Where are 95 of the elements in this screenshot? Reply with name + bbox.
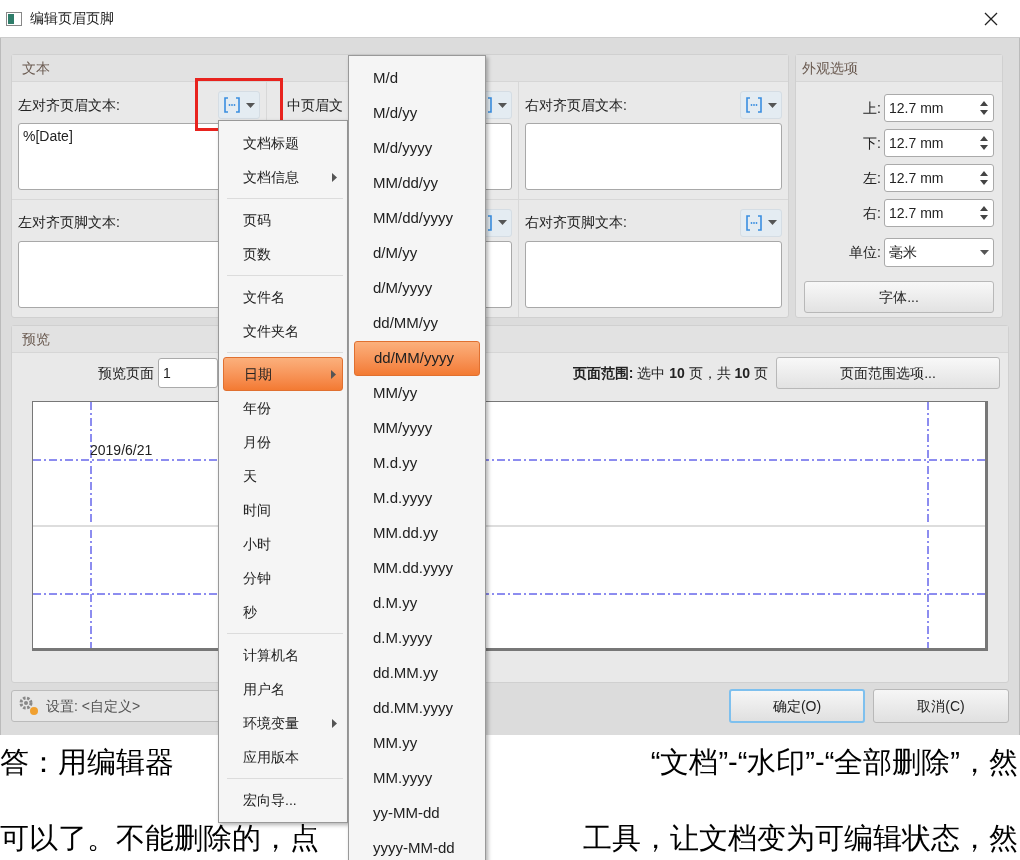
menu-item[interactable]: MM.dd.yy bbox=[354, 516, 480, 551]
font-button[interactable]: 字体... bbox=[804, 281, 994, 313]
window-title: 编辑页眉页脚 bbox=[30, 9, 114, 28]
menu-item[interactable]: yyyy-MM-dd bbox=[354, 831, 480, 860]
caret-icon bbox=[768, 102, 777, 108]
paragraph-text: 可以了。不能删除的，点 bbox=[0, 823, 319, 853]
bracket-icon bbox=[487, 96, 493, 114]
menu-item[interactable]: 年份 bbox=[223, 391, 343, 425]
menu-item[interactable]: 计算机名 bbox=[223, 638, 343, 672]
field-label: 右对齐页脚文本: bbox=[525, 213, 627, 232]
paragraph-text: “文档”-“水印”-“全部删除”，然 bbox=[650, 747, 1018, 777]
field-label: 左对齐页脚文本: bbox=[18, 213, 120, 232]
menu-item[interactable]: M/d bbox=[354, 61, 480, 96]
close-icon bbox=[984, 11, 998, 26]
field-label: 下: bbox=[863, 133, 881, 153]
menu-item[interactable]: d/M/yy bbox=[354, 236, 480, 271]
spin-field[interactable]: 12.7 mm bbox=[884, 94, 994, 122]
paragraph-text: 工具，让文档变为可编辑状态，然 bbox=[583, 823, 1018, 853]
caret-icon bbox=[246, 102, 255, 108]
menu-item[interactable]: 页码 bbox=[223, 203, 343, 237]
header-sample-text: 2019/6/21 bbox=[90, 441, 153, 460]
insert-field-button[interactable] bbox=[218, 91, 260, 119]
field-label: 右: bbox=[863, 203, 881, 223]
menu-item[interactable]: 文件夹名 bbox=[223, 314, 343, 348]
insert-field-button[interactable] bbox=[740, 208, 782, 237]
spinner-icon bbox=[979, 169, 989, 187]
spinner-icon bbox=[979, 204, 989, 222]
caret-icon bbox=[980, 250, 989, 255]
menu-item[interactable]: M.d.yyyy bbox=[354, 481, 480, 516]
menu-item[interactable]: MM/yy bbox=[354, 376, 480, 411]
menu-item[interactable]: d/M/yyyy bbox=[354, 271, 480, 306]
field-label: 单位: bbox=[849, 243, 881, 262]
menu-item[interactable]: dd/MM/yy bbox=[354, 306, 480, 341]
field-label: 左: bbox=[863, 168, 881, 188]
gears-icon bbox=[18, 695, 40, 717]
page-number-field[interactable]: 1 bbox=[158, 358, 218, 388]
caret-icon bbox=[498, 220, 507, 225]
group-title: 文本 bbox=[22, 58, 50, 78]
menu-item[interactable]: 日期 bbox=[223, 357, 343, 391]
caret-icon bbox=[768, 220, 777, 225]
menu-item[interactable]: 天 bbox=[223, 459, 343, 493]
menu-item[interactable]: MM/dd/yy bbox=[354, 166, 480, 201]
menu-item[interactable]: M.d.yy bbox=[354, 446, 480, 481]
text-area[interactable] bbox=[525, 240, 782, 308]
menu-item[interactable]: 分钟 bbox=[223, 561, 343, 595]
bracket-icon bbox=[745, 96, 763, 114]
field-label: 中页眉文 bbox=[287, 95, 343, 115]
spinner-icon bbox=[979, 134, 989, 152]
menu-item[interactable]: dd.MM.yyyy bbox=[354, 691, 480, 726]
menu-item[interactable]: 宏向导... bbox=[223, 783, 343, 817]
text-area[interactable] bbox=[525, 123, 782, 190]
menu-item[interactable]: 秒 bbox=[223, 595, 343, 629]
dialog-button[interactable]: 取消(C) bbox=[873, 689, 1009, 723]
field-label: 预览页面 bbox=[98, 363, 154, 383]
menu-item[interactable]: M/d/yy bbox=[354, 96, 480, 131]
field-label: 左对齐页眉文本: bbox=[18, 95, 120, 115]
menu-item[interactable]: 月份 bbox=[223, 425, 343, 459]
menu-item[interactable]: MM.yy bbox=[354, 726, 480, 761]
menu-item[interactable]: dd/MM/yyyy bbox=[354, 341, 480, 376]
menu-item[interactable]: 页数 bbox=[223, 237, 343, 271]
menu-item[interactable]: MM/dd/yyyy bbox=[354, 201, 480, 236]
group-title: 预览 bbox=[22, 329, 50, 349]
bracket-icon bbox=[487, 213, 493, 232]
menu-item[interactable]: dd.MM.yy bbox=[354, 656, 480, 691]
menu-item[interactable]: MM/yyyy bbox=[354, 411, 480, 446]
page-range-button[interactable]: 页面范围选项... bbox=[776, 357, 1000, 389]
menu-item[interactable]: d.M.yyyy bbox=[354, 621, 480, 656]
settings-text: 设置: <自定义> bbox=[46, 696, 141, 716]
spinner-icon bbox=[979, 99, 989, 117]
bracket-icon bbox=[745, 213, 763, 232]
field-label: 上: bbox=[863, 98, 881, 118]
spin-field[interactable]: 12.7 mm bbox=[884, 199, 994, 227]
spin-field[interactable]: 12.7 mm bbox=[884, 164, 994, 192]
dialog-button[interactable]: 确定(O) bbox=[729, 689, 865, 723]
app-icon bbox=[6, 11, 22, 26]
page-range-text: 页面范围: 选中 10 页，共 10 页 bbox=[572, 363, 768, 383]
menu-item[interactable]: 用户名 bbox=[223, 672, 343, 706]
menu-item[interactable]: MM.yyyy bbox=[354, 761, 480, 796]
bracket-icon bbox=[223, 96, 241, 114]
menu-item[interactable]: 时间 bbox=[223, 493, 343, 527]
insert-field-button[interactable] bbox=[740, 91, 782, 119]
menu-item[interactable]: d.M.yy bbox=[354, 586, 480, 621]
menu-item[interactable]: 环境变量 bbox=[223, 706, 343, 740]
menu-item[interactable]: 应用版本 bbox=[223, 740, 343, 774]
menu-item[interactable]: MM.dd.yyyy bbox=[354, 551, 480, 586]
field-label: 右对齐页眉文本: bbox=[525, 95, 627, 115]
group-title: 外观选项 bbox=[802, 58, 858, 78]
menu-item[interactable]: M/d/yyyy bbox=[354, 131, 480, 166]
spin-field[interactable]: 12.7 mm bbox=[884, 129, 994, 157]
menu-item[interactable]: 小时 bbox=[223, 527, 343, 561]
menu-item[interactable]: 文件名 bbox=[223, 280, 343, 314]
menu-item[interactable]: yy-MM-dd bbox=[354, 796, 480, 831]
unit-dropdown[interactable]: 毫米 bbox=[884, 238, 994, 267]
caret-icon bbox=[498, 102, 507, 108]
paragraph-text: 答：用编辑器 bbox=[0, 747, 174, 777]
